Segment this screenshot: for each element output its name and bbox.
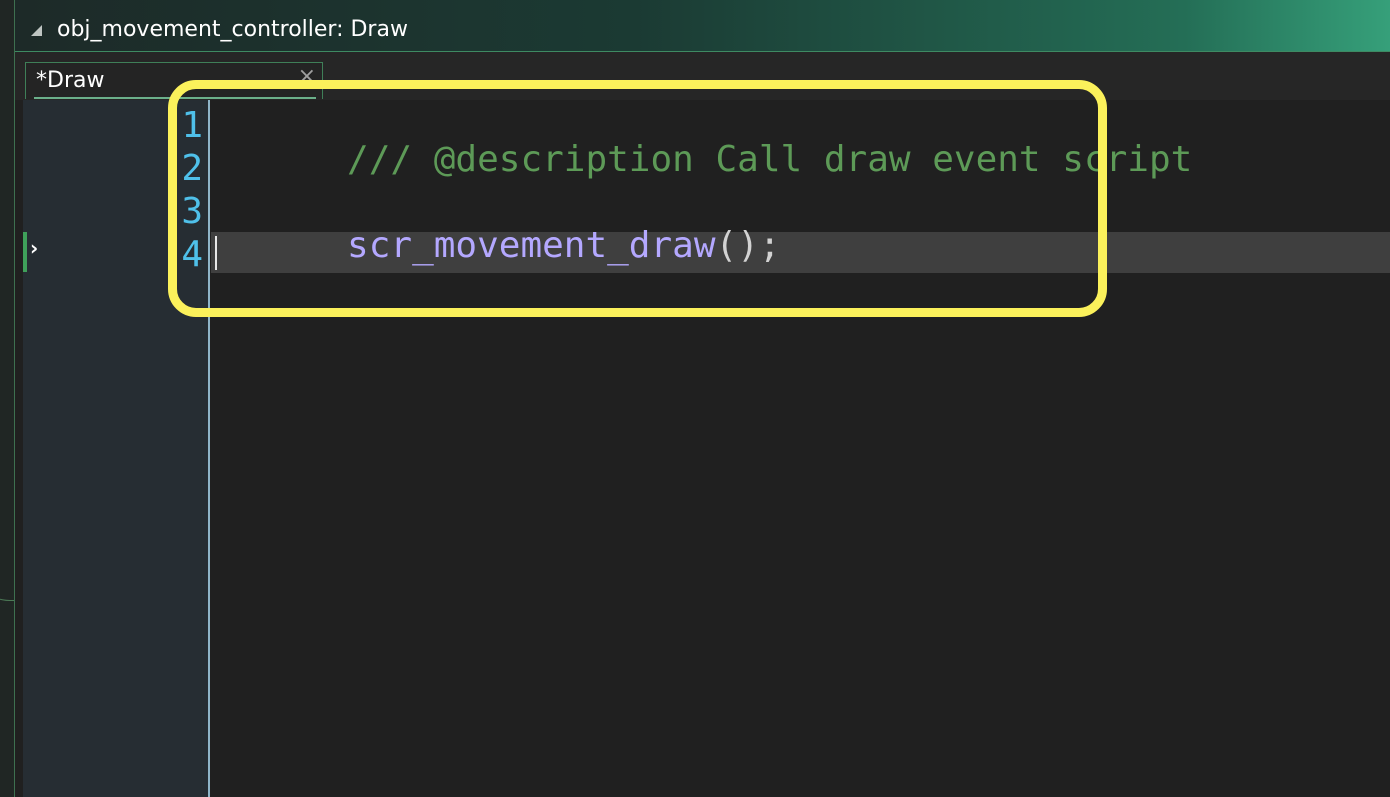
window-grip-icon[interactable] — [31, 25, 42, 36]
workspace-background — [0, 0, 15, 797]
window-title: obj_movement_controller: Draw — [57, 17, 408, 42]
line-number: 3 — [181, 191, 203, 232]
tab-label: *Draw — [36, 68, 105, 93]
code-line-3[interactable]: scr_movement_draw(); — [217, 192, 781, 300]
line-number: 4 — [181, 234, 203, 275]
screen: obj_movement_controller: Draw *Draw × › … — [0, 0, 1390, 797]
code-comment: /// @description Call draw event script — [347, 139, 1193, 180]
window-titlebar[interactable]: obj_movement_controller: Draw — [15, 0, 1390, 52]
tab-active-underline — [34, 97, 316, 99]
code-function-call: scr_movement_draw — [347, 225, 716, 266]
tab-draw[interactable]: *Draw × — [25, 62, 323, 99]
line-number: 1 — [181, 105, 203, 146]
tab-strip: *Draw × — [15, 52, 1390, 100]
current-line-marker — [23, 232, 27, 272]
line-number: 2 — [181, 148, 203, 189]
connector-curve — [0, 420, 15, 601]
current-line-caret-icon: › — [30, 236, 39, 260]
text-cursor — [215, 236, 217, 270]
event-editor-window: obj_movement_controller: Draw *Draw × › … — [14, 0, 1390, 797]
close-icon[interactable]: × — [298, 66, 316, 88]
code-punctuation: (); — [715, 225, 781, 266]
gutter-divider — [208, 100, 210, 797]
